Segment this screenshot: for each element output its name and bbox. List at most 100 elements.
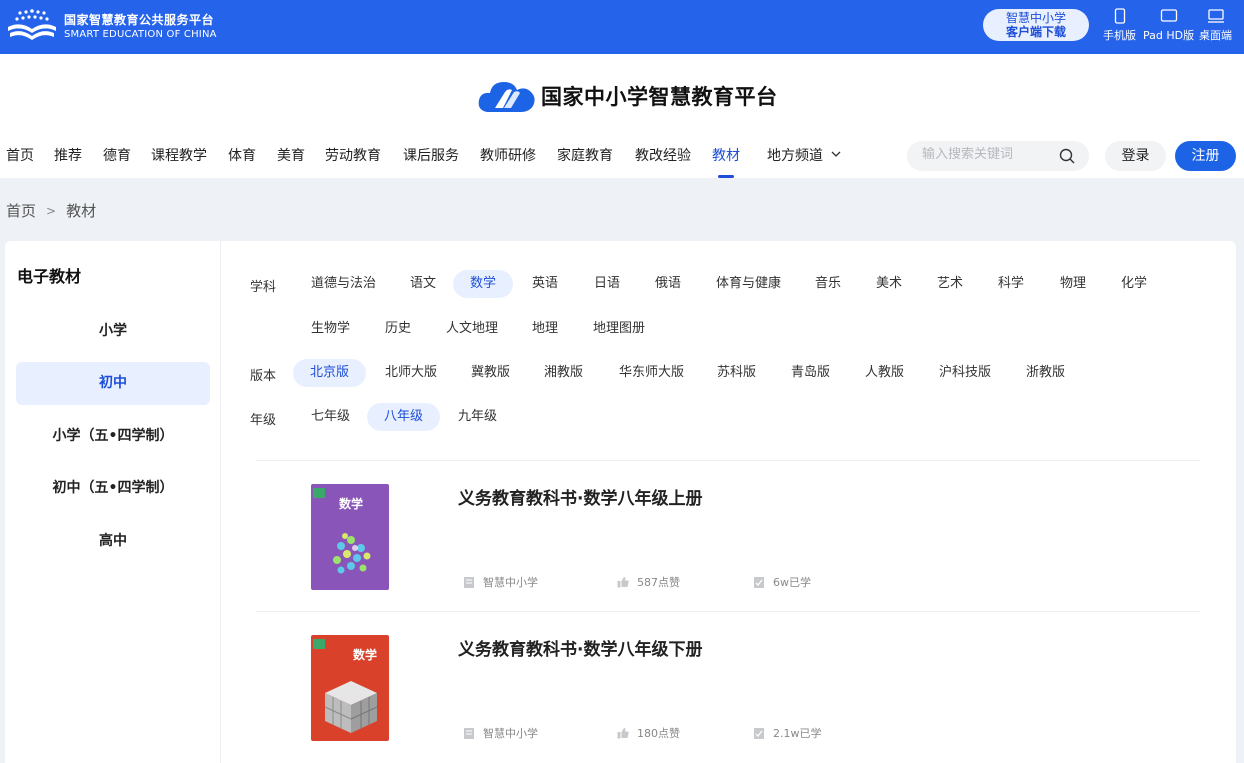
nav-moral[interactable]: 德育 <box>103 144 131 168</box>
device-desktop-label: 桌面端 <box>1199 29 1232 42</box>
cover-subject: 数学 <box>353 647 377 662</box>
breadcrumb-separator: > <box>46 203 57 218</box>
subject-option[interactable]: 道德与法治 <box>294 270 393 298</box>
grade-filter-label: 年级 <box>250 413 277 428</box>
textbook-card[interactable]: 数学 义务教育教科书·数学八年级下册 智慧中小学 180点赞 2.1w已学 <box>256 613 1200 763</box>
client-download-button[interactable]: 智慧中小学 客户端下载 <box>983 9 1089 41</box>
brand-name: 国家智慧教育公共服务平台 <box>64 13 215 27</box>
login-button[interactable]: 登录 <box>1105 141 1166 171</box>
textbook-learners: 2.1w已学 <box>753 725 822 741</box>
grade-option[interactable]: 七年级 <box>294 403 367 431</box>
device-desktop[interactable]: 桌面端 <box>1199 8 1232 43</box>
edition-filter-label: 版本 <box>250 369 277 384</box>
edition-option[interactable]: 青岛版 <box>774 359 847 387</box>
textbook-publisher: 智慧中小学 <box>463 574 538 590</box>
subject-option[interactable]: 地理图册 <box>576 315 662 343</box>
grade-option[interactable]: 九年级 <box>441 403 514 431</box>
sidebar-item-primary[interactable]: 小学 <box>16 310 210 353</box>
sidebar-item-senior[interactable]: 高中 <box>16 520 210 563</box>
cloud-book-logo-icon <box>478 82 535 112</box>
nav-home[interactable]: 首页 <box>6 144 34 168</box>
nav-sports[interactable]: 体育 <box>228 144 256 168</box>
device-phone-label: 手机版 <box>1103 29 1136 42</box>
learners-count: 6w已学 <box>773 576 811 589</box>
device-phone[interactable]: 手机版 <box>1103 8 1136 43</box>
stage-sidebar: 电子教材 小学 初中 小学（五•四学制） 初中（五•四学制） 高中 <box>5 241 221 763</box>
platform-logo[interactable]: 国家中小学智慧教育平台 <box>477 74 778 118</box>
nav-labor[interactable]: 劳动教育 <box>325 144 381 168</box>
top-bar: 国家智慧教育公共服务平台 SMART EDUCATION OF CHINA 智慧… <box>0 0 1244 54</box>
breadcrumb-home[interactable]: 首页 <box>6 200 36 221</box>
nav-teacher-training[interactable]: 教师研修 <box>480 144 536 168</box>
brand[interactable]: 国家智慧教育公共服务平台 SMART EDUCATION OF CHINA <box>6 7 217 47</box>
list-divider <box>256 611 1200 612</box>
search-box <box>907 141 1089 171</box>
textbook-learners: 6w已学 <box>753 574 811 590</box>
textbook-panel: 电子教材 小学 初中 小学（五•四学制） 初中（五•四学制） 高中 学科 道德与… <box>5 241 1236 763</box>
edition-option[interactable]: 华东师大版 <box>602 359 701 387</box>
textbook-likes: 180点赞 <box>617 725 680 741</box>
checklist-icon <box>754 727 764 739</box>
subject-option[interactable]: 体育与健康 <box>699 270 798 298</box>
subject-option[interactable]: 日语 <box>577 270 637 298</box>
search-icon[interactable] <box>1059 148 1075 164</box>
subject-option[interactable]: 科学 <box>981 270 1041 298</box>
publisher-name: 智慧中小学 <box>483 576 538 589</box>
subject-option[interactable]: 地理 <box>515 315 575 343</box>
device-pad-label: Pad HD版 <box>1143 29 1195 42</box>
edition-option[interactable]: 苏科版 <box>700 359 773 387</box>
nav-family[interactable]: 家庭教育 <box>557 144 613 168</box>
nav-courses[interactable]: 课程教学 <box>151 144 207 168</box>
desktop-icon <box>1207 9 1224 23</box>
learners-count: 2.1w已学 <box>773 727 822 740</box>
subject-option[interactable]: 语文 <box>393 270 453 298</box>
sidebar-item-primary-54[interactable]: 小学（五•四学制） <box>16 415 210 458</box>
sidebar-item-junior[interactable]: 初中 <box>16 362 210 405</box>
nav-afterschool[interactable]: 课后服务 <box>403 144 459 168</box>
subject-option[interactable]: 英语 <box>515 270 575 298</box>
subject-option[interactable]: 物理 <box>1043 270 1103 298</box>
likes-count: 587点赞 <box>637 576 680 589</box>
chevron-down-icon <box>831 151 841 157</box>
download-line2: 客户端下载 <box>1005 25 1066 39</box>
textbook-title[interactable]: 义务教育教科书·数学八年级上册 <box>458 484 702 509</box>
subject-option[interactable]: 俄语 <box>638 270 698 298</box>
device-pad[interactable]: Pad HD版 <box>1143 8 1194 43</box>
register-button[interactable]: 注册 <box>1175 141 1236 171</box>
edition-option[interactable]: 浙教版 <box>1009 359 1082 387</box>
edition-option[interactable]: 湘教版 <box>527 359 600 387</box>
nav-textbooks[interactable]: 教材 <box>712 144 740 178</box>
subject-option[interactable]: 历史 <box>368 315 428 343</box>
sidebar-item-junior-54[interactable]: 初中（五•四学制） <box>16 467 210 510</box>
download-line1: 智慧中小学 <box>1005 11 1066 25</box>
subject-option[interactable]: 艺术 <box>920 270 980 298</box>
subject-option[interactable]: 音乐 <box>798 270 858 298</box>
textbook-card[interactable]: 数学 义务教育教科书·数学八年级上册 智慧中小学 587点赞 6w已学 <box>256 462 1200 612</box>
subject-option[interactable]: 生物学 <box>294 315 367 343</box>
breadcrumb: 首页 > 教材 <box>6 200 96 221</box>
textbook-cover[interactable]: 数学 <box>311 484 389 590</box>
edition-option[interactable]: 沪科技版 <box>922 359 1008 387</box>
subject-option-selected[interactable]: 数学 <box>453 270 514 298</box>
textbook-publisher: 智慧中小学 <box>463 725 538 741</box>
edition-option-selected[interactable]: 北京版 <box>293 359 367 387</box>
search-input[interactable] <box>922 147 1052 162</box>
grade-option-selected[interactable]: 八年级 <box>367 403 441 431</box>
breadcrumb-current: 教材 <box>66 202 97 220</box>
subject-option[interactable]: 人文地理 <box>429 315 515 343</box>
textbook-title[interactable]: 义务教育教科书·数学八年级下册 <box>458 635 702 660</box>
nav-recommend[interactable]: 推荐 <box>54 144 82 168</box>
document-icon <box>464 727 474 739</box>
edition-option[interactable]: 冀教版 <box>454 359 527 387</box>
nav-local-channels[interactable]: 地方频道 <box>767 144 841 168</box>
edition-option[interactable]: 北师大版 <box>368 359 454 387</box>
nav-reform[interactable]: 教改经验 <box>635 144 691 168</box>
edition-option[interactable]: 人教版 <box>848 359 921 387</box>
textbook-cover[interactable]: 数学 <box>311 635 389 741</box>
subject-option[interactable]: 美术 <box>859 270 919 298</box>
brand-subtitle: SMART EDUCATION OF CHINA <box>64 29 217 40</box>
tablet-icon <box>1160 9 1177 22</box>
thumbs-up-icon <box>617 728 629 739</box>
nav-arts[interactable]: 美育 <box>277 144 305 168</box>
subject-option[interactable]: 化学 <box>1104 270 1164 298</box>
